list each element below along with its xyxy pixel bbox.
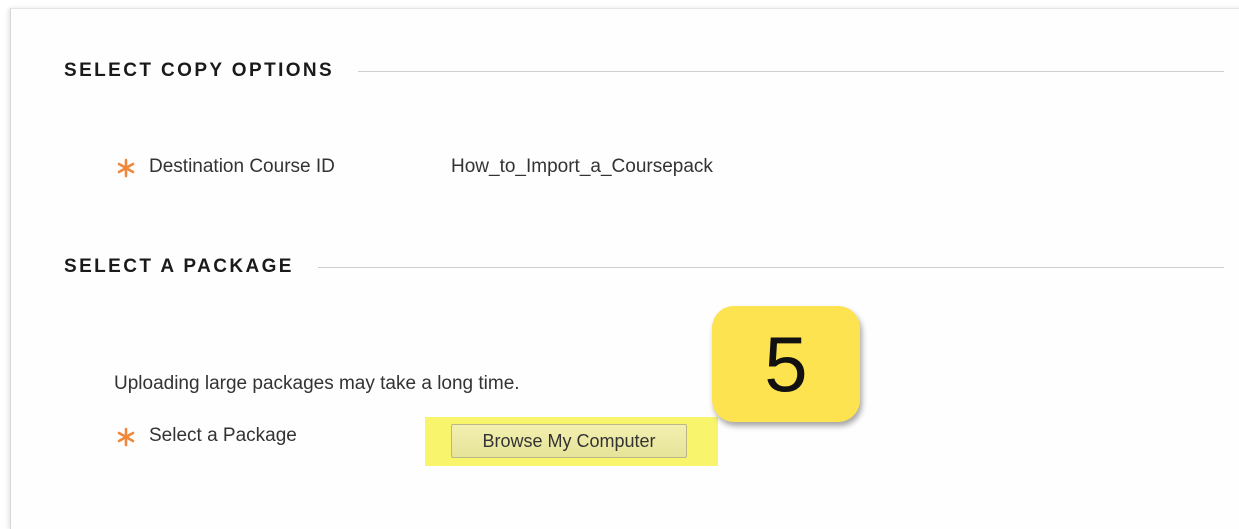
step-number: 5 [764,319,808,408]
select-package-label: Select a Package [149,425,297,446]
destination-course-id-label: Destination Course ID [149,156,335,177]
section-title: SELECT COPY OPTIONS [64,60,335,81]
section-divider [358,70,1224,72]
upload-info-text: Uploading large packages may take a long… [114,373,520,394]
asterisk-icon [116,427,136,447]
section-heading-copy-options: SELECT COPY OPTIONS [64,60,1224,82]
step-number-callout: 5 [712,306,860,422]
asterisk-icon [116,158,136,178]
section-heading-select-package: SELECT A PACKAGE [64,256,1224,278]
destination-course-id-value: How_to_Import_a_Coursepack [451,156,713,177]
section-title: SELECT A PACKAGE [64,256,294,277]
section-divider [317,266,1224,268]
browse-my-computer-button[interactable]: Browse My Computer [451,424,687,458]
